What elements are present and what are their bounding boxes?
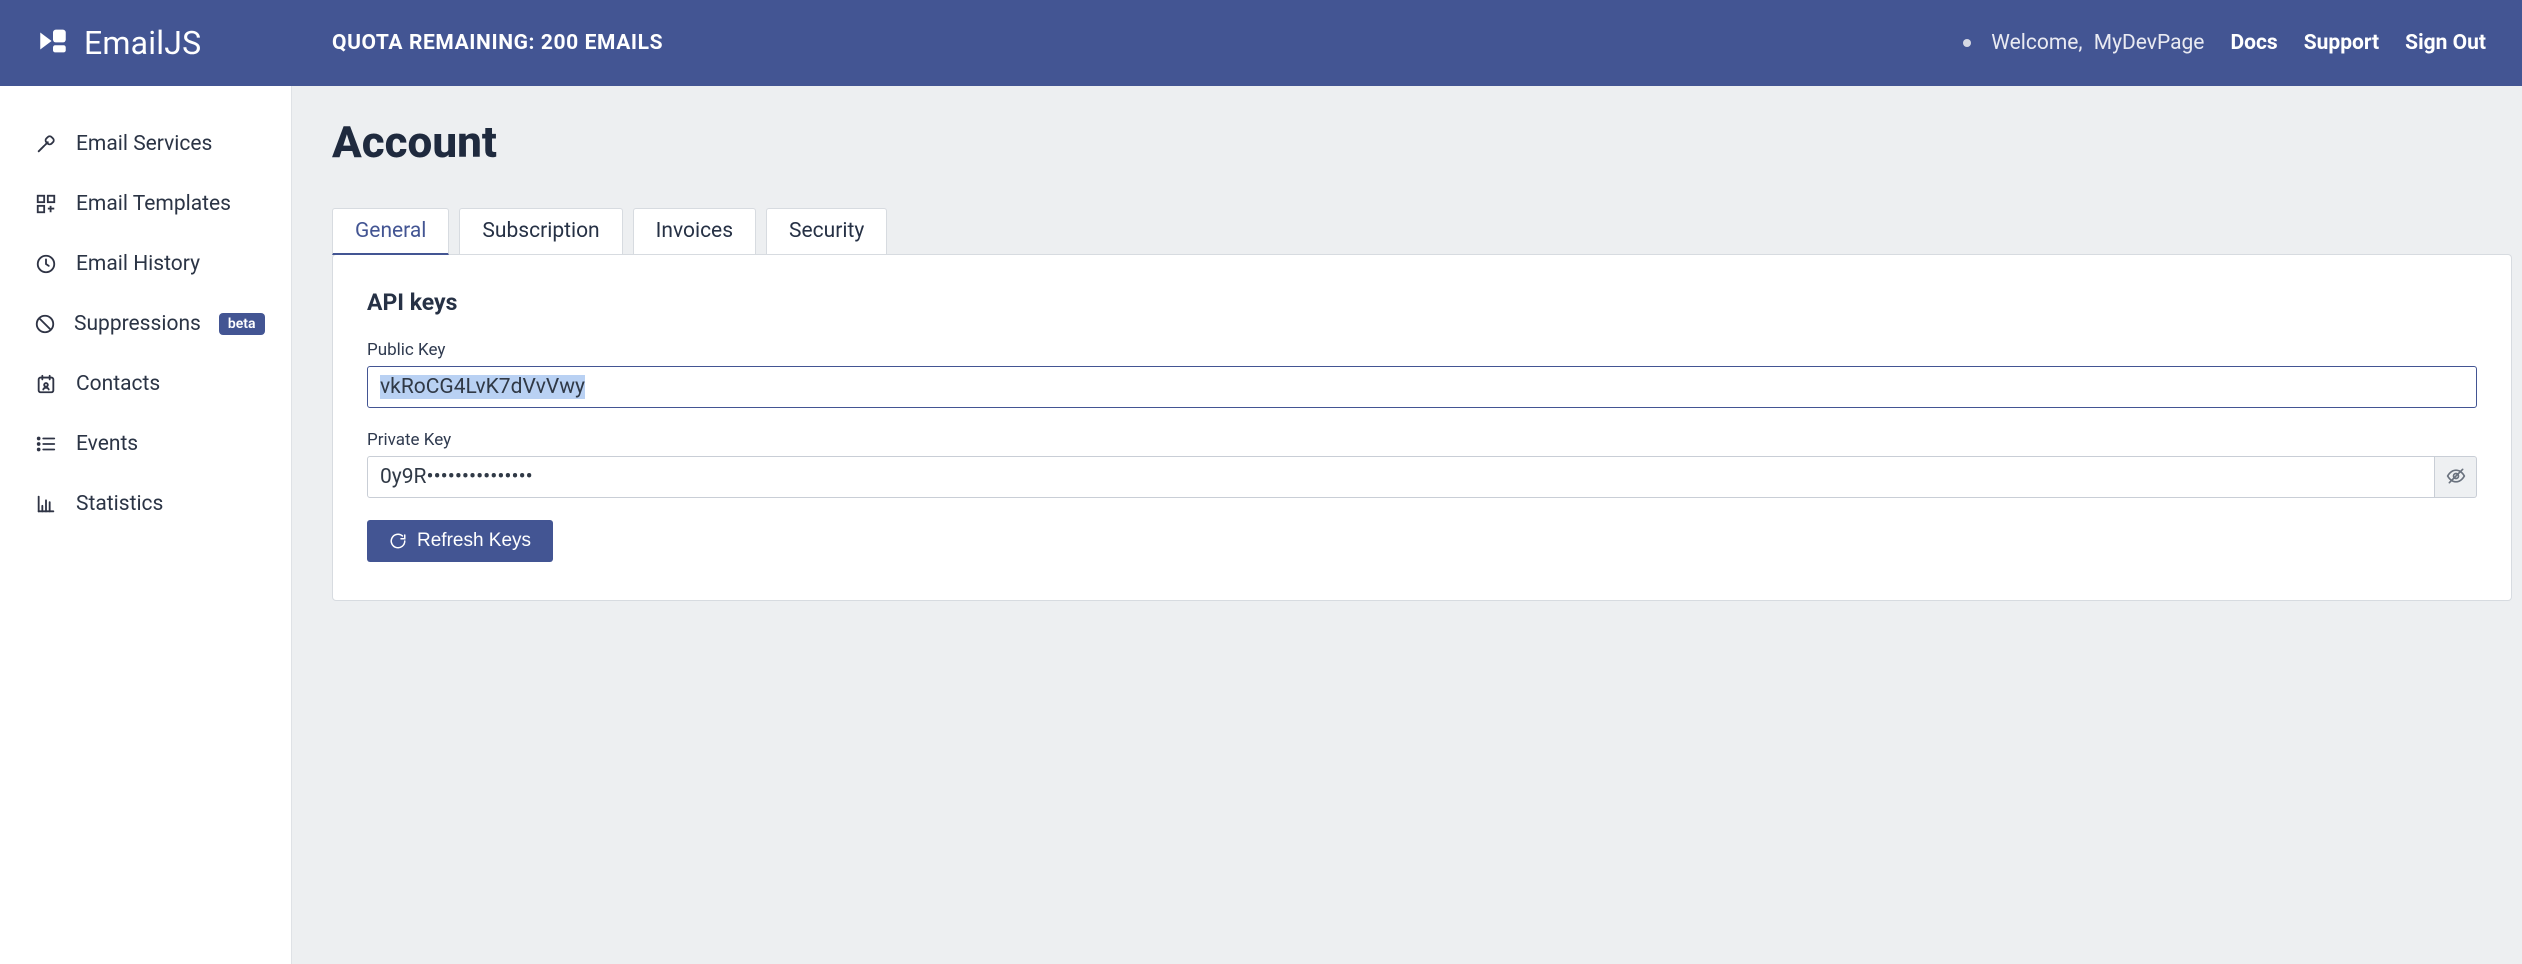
list-icon	[34, 432, 58, 456]
history-icon	[34, 252, 58, 276]
brand-name: EmailJS	[84, 24, 201, 62]
private-key-input[interactable]: 0y9R•••••••••••••••	[367, 456, 2435, 498]
tab-invoices[interactable]: Invoices	[633, 208, 756, 255]
contacts-icon	[34, 372, 58, 396]
sidebar-item-email-services[interactable]: Email Services	[0, 114, 291, 174]
sidebar-item-events[interactable]: Events	[0, 414, 291, 474]
public-key-label: Public Key	[367, 340, 2477, 360]
sidebar-item-label: Events	[76, 432, 257, 456]
page-title: Account	[332, 116, 2522, 168]
tab-security[interactable]: Security	[766, 208, 887, 255]
docs-link[interactable]: Docs	[2230, 31, 2277, 55]
refresh-keys-label: Refresh Keys	[417, 530, 531, 552]
quota-remaining: QUOTA REMAINING: 200 EMAILS	[332, 31, 663, 55]
sidebar-item-email-history[interactable]: Email History	[0, 234, 291, 294]
tab-subscription[interactable]: Subscription	[459, 208, 622, 255]
tabs: General Subscription Invoices Security	[332, 196, 2522, 243]
notification-dot-icon	[1963, 39, 1971, 47]
sidebar-item-label: Contacts	[76, 372, 257, 396]
eye-off-icon	[2446, 466, 2466, 489]
templates-icon	[34, 192, 58, 216]
sidebar-item-contacts[interactable]: Contacts	[0, 354, 291, 414]
username: MyDevPage	[2094, 31, 2205, 55]
support-link[interactable]: Support	[2304, 31, 2379, 55]
reveal-private-key-button[interactable]	[2435, 456, 2477, 498]
public-key-value: vkRoCG4LvK7dVvVwy	[380, 375, 585, 399]
main-content: Account General Subscription Invoices Se…	[292, 86, 2522, 964]
top-bar: EmailJS QUOTA REMAINING: 200 EMAILS Welc…	[0, 0, 2522, 86]
welcome-prefix: Welcome,	[1991, 31, 2082, 55]
sidebar-item-label: Suppressions	[74, 312, 201, 336]
sidebar-item-label: Email Services	[76, 132, 257, 156]
chart-icon	[34, 492, 58, 516]
tab-general[interactable]: General	[332, 208, 449, 255]
brand[interactable]: EmailJS	[0, 24, 292, 62]
ban-icon	[34, 312, 56, 336]
welcome-text: Welcome, MyDevPage	[1991, 31, 2204, 55]
sidebar-item-email-templates[interactable]: Email Templates	[0, 174, 291, 234]
api-keys-title: API keys	[367, 289, 2477, 316]
sidebar-item-statistics[interactable]: Statistics	[0, 474, 291, 534]
topbar-right: Welcome, MyDevPage Docs Support Sign Out	[1963, 31, 2486, 55]
plug-icon	[34, 132, 58, 156]
emailjs-logo-icon	[36, 24, 70, 62]
private-key-label: Private Key	[367, 430, 2477, 450]
refresh-icon	[389, 532, 407, 550]
private-key-value: 0y9R•••••••••••••••	[380, 465, 533, 489]
public-key-input[interactable]: vkRoCG4LvK7dVvVwy	[367, 366, 2477, 408]
sidebar: Email Services Email Templates Email His…	[0, 86, 292, 964]
api-keys-panel: API keys Public Key vkRoCG4LvK7dVvVwy Pr…	[332, 254, 2512, 601]
sidebar-item-suppressions[interactable]: Suppressions beta	[0, 294, 291, 354]
refresh-keys-button[interactable]: Refresh Keys	[367, 520, 553, 562]
sidebar-item-label: Email Templates	[76, 192, 257, 216]
signout-link[interactable]: Sign Out	[2405, 31, 2486, 55]
sidebar-item-label: Statistics	[76, 492, 257, 516]
sidebar-item-label: Email History	[76, 252, 257, 276]
beta-badge: beta	[219, 313, 265, 335]
